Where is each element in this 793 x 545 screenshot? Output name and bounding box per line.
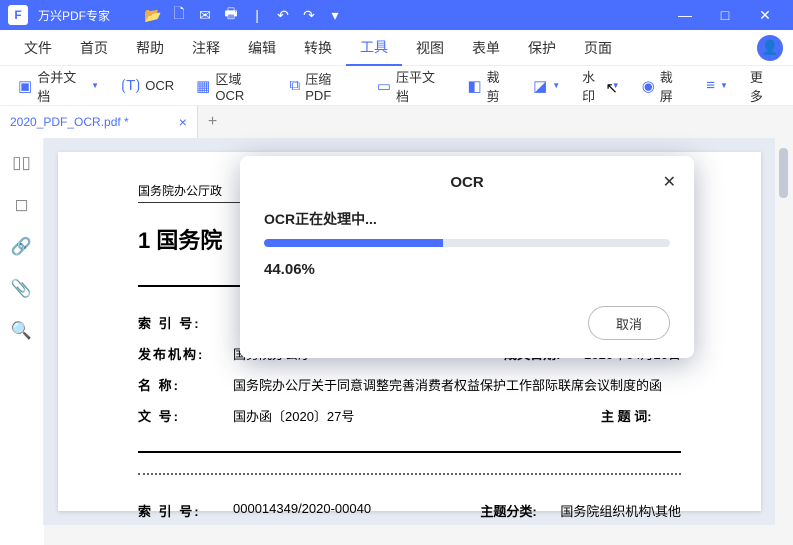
menu-annotate[interactable]: 注释 bbox=[178, 30, 234, 66]
app-logo: F bbox=[8, 5, 28, 25]
area-ocr-icon: ▦ bbox=[196, 77, 210, 95]
tool-more[interactable]: 更多 bbox=[742, 71, 783, 101]
attachment-icon[interactable]: 📎 bbox=[11, 279, 32, 299]
ocr-dialog: OCR ✕ OCR正在处理中... 44.06% 取消 bbox=[240, 156, 694, 358]
mail-icon[interactable]: ✉ bbox=[192, 7, 218, 24]
menu-view[interactable]: 视图 bbox=[402, 30, 458, 66]
bookmark-icon[interactable]: ◻ bbox=[14, 195, 28, 215]
progress-fill bbox=[264, 239, 443, 247]
doc-row: 文 号:国办函〔2020〕27号主 题 词: bbox=[138, 400, 681, 431]
document-tab[interactable]: 2020_PDF_OCR.pdf * × bbox=[0, 106, 198, 138]
tool-compress[interactable]: ⧉压缩PDF bbox=[282, 71, 363, 101]
print-icon[interactable]: 🖶 bbox=[218, 3, 244, 27]
open-icon[interactable]: 📂 bbox=[140, 7, 166, 24]
dialog-title: OCR bbox=[264, 174, 670, 191]
tool-screenshot[interactable]: ◉裁屏 bbox=[634, 71, 693, 101]
tool-ocr[interactable]: ⟮T⟯OCR bbox=[113, 71, 182, 101]
progress-percent: 44.06% bbox=[264, 261, 670, 278]
menu-convert[interactable]: 转换 bbox=[290, 30, 346, 66]
menu-tools[interactable]: 工具 bbox=[346, 30, 402, 66]
app-name: 万兴PDF专家 bbox=[38, 7, 110, 24]
dialog-close-button[interactable]: ✕ bbox=[663, 172, 676, 192]
close-window-button[interactable]: ✕ bbox=[745, 7, 785, 24]
chevron-down-icon: ▼ bbox=[612, 81, 620, 90]
chevron-down-icon: ▼ bbox=[552, 81, 560, 90]
avatar[interactable]: 👤 bbox=[757, 35, 783, 61]
minimize-button[interactable]: — bbox=[665, 7, 705, 23]
crop-icon: ◧ bbox=[467, 77, 481, 95]
toolbar: ▣合并文档▼ ⟮T⟯OCR ▦区域OCR ⧉压缩PDF ▭压平文档 ◧裁剪 ◪▼… bbox=[0, 66, 793, 106]
chevron-down-icon: ▼ bbox=[91, 81, 99, 90]
tabbar: 2020_PDF_OCR.pdf * × + bbox=[0, 106, 793, 138]
document-tab-title: 2020_PDF_OCR.pdf * bbox=[10, 115, 129, 129]
undo-icon[interactable]: ↶ bbox=[270, 7, 296, 24]
progress-bar bbox=[264, 239, 670, 247]
screenshot-icon: ◉ bbox=[642, 77, 655, 95]
cancel-button[interactable]: 取消 bbox=[588, 306, 670, 340]
titlebar: F 万兴PDF专家 📂 🗋 ✉ 🖶 | ↶ ↷ ▾ — □ ✕ bbox=[0, 0, 793, 30]
maximize-button[interactable]: □ bbox=[705, 7, 745, 23]
bottom-scrollbar[interactable] bbox=[44, 525, 793, 545]
menu-page[interactable]: 页面 bbox=[570, 30, 626, 66]
tool-color[interactable]: ◪▼ bbox=[525, 71, 568, 101]
chevron-down-icon: ▼ bbox=[720, 81, 728, 90]
search-icon[interactable]: 🔍 bbox=[11, 321, 32, 341]
tool-merge[interactable]: ▣合并文档▼ bbox=[10, 71, 107, 101]
tool-area-ocr[interactable]: ▦区域OCR bbox=[188, 71, 275, 101]
tool-list[interactable]: ≡▼ bbox=[698, 71, 736, 101]
menu-help[interactable]: 帮助 bbox=[122, 30, 178, 66]
redo-icon[interactable]: ↷ bbox=[296, 7, 322, 24]
merge-icon: ▣ bbox=[18, 77, 32, 95]
close-tab-icon[interactable]: × bbox=[179, 114, 187, 130]
new-icon[interactable]: 🗋 bbox=[166, 3, 192, 27]
menu-form[interactable]: 表单 bbox=[458, 30, 514, 66]
menu-protect[interactable]: 保护 bbox=[514, 30, 570, 66]
link-icon[interactable]: 🔗 bbox=[11, 237, 32, 257]
tool-flatten[interactable]: ▭压平文档 bbox=[369, 71, 454, 101]
color-icon: ◪ bbox=[533, 77, 547, 95]
list-icon: ≡ bbox=[706, 77, 715, 94]
tool-crop[interactable]: ◧裁剪 bbox=[459, 71, 519, 101]
scrollbar[interactable] bbox=[775, 138, 793, 525]
sidebar: ▯▯ ◻ 🔗 📎 🔍 bbox=[0, 138, 44, 525]
page-header-left: 国务院办公厅政 bbox=[138, 182, 222, 199]
menu-file[interactable]: 文件 bbox=[10, 30, 66, 66]
sep-icon: | bbox=[244, 7, 270, 23]
doc-row: 索 引 号:000014349/2020-00040主题分类:国务院组织机构\其… bbox=[138, 495, 681, 525]
thumbnails-icon[interactable]: ▯▯ bbox=[12, 153, 31, 173]
flatten-icon: ▭ bbox=[377, 77, 391, 95]
ocr-icon: ⟮T⟯ bbox=[121, 77, 140, 94]
compress-icon: ⧉ bbox=[290, 77, 301, 94]
menu-home[interactable]: 首页 bbox=[66, 30, 122, 66]
tool-watermark[interactable]: 水印▼ bbox=[574, 71, 628, 101]
more-quick-icon[interactable]: ▾ bbox=[322, 7, 348, 24]
menubar: 文件 首页 帮助 注释 编辑 转换 工具 视图 表单 保护 页面 👤 bbox=[0, 30, 793, 66]
scrollbar-thumb[interactable] bbox=[779, 148, 788, 198]
doc-row: 名 称:国务院办公厅关于同意调整完善消费者权益保护工作部际联席会议制度的函 bbox=[138, 369, 681, 400]
dialog-message: OCR正在处理中... bbox=[264, 209, 670, 229]
add-tab-button[interactable]: + bbox=[198, 113, 227, 131]
menu-edit[interactable]: 编辑 bbox=[234, 30, 290, 66]
